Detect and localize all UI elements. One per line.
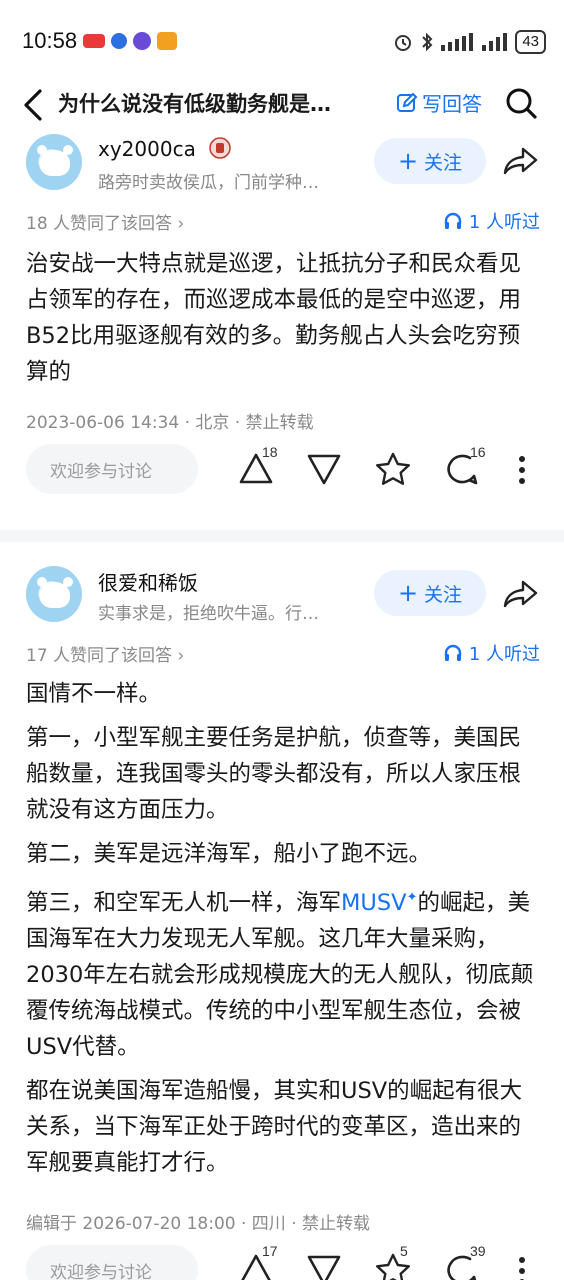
share-icon[interactable] [503, 146, 539, 176]
app-notification-icon [133, 32, 151, 50]
downvote-icon[interactable] [306, 452, 342, 486]
more-options-icon[interactable] [518, 1256, 526, 1280]
listen-count-text: 1 人听过 [468, 644, 540, 665]
badge-icon [209, 137, 231, 159]
answer-paragraph: 第二，美军是远洋海军，船小了跑不远。 [26, 841, 432, 867]
listen-count[interactable]: 1 人听过 [443, 208, 540, 234]
share-icon[interactable] [503, 579, 539, 609]
edit-icon [397, 92, 418, 112]
battery-indicator: 43 [515, 30, 546, 54]
search-icon[interactable] [504, 86, 538, 120]
follow-label: 关注 [424, 583, 463, 606]
plus-icon: + [397, 147, 419, 175]
author-name-text: xy2000ca [98, 137, 196, 161]
answer-paragraph: 都在说美国海军造船慢，其实和USV的崛起有很大关系，当下海军正处于跨时代的变革区… [26, 1078, 523, 1176]
author-bio: 路旁时卖故侯瓜，门前学种… [98, 173, 319, 193]
notification-icons [83, 32, 177, 50]
app-notification-icon [83, 34, 105, 48]
upvote-summary[interactable]: 18 人赞同了该回答 › [26, 209, 184, 234]
follow-button[interactable]: + 关注 [374, 138, 486, 184]
answer-content: 治安战一大特点就是巡逻，让抵抗分子和民众看见占领军的存在，而巡逻成本最低的是空中… [26, 246, 542, 398]
author-bio: 实事求是，拒绝吹牛逼。行… [98, 604, 319, 624]
answer-paragraph: 第三，和空军无人机一样，海军MUSV✦的崛起，美国海军在大力发现无人军舰。这几年… [26, 880, 542, 1065]
follow-label: 关注 [424, 151, 463, 174]
back-arrow-icon[interactable] [20, 88, 46, 122]
downvote-icon[interactable] [306, 1253, 342, 1280]
write-answer-label: 写回答 [422, 92, 482, 116]
answer-paragraph: 国情不一样。 [26, 681, 162, 707]
favorite-count: 5 [400, 1243, 408, 1259]
sparkle-icon: ✦ [406, 890, 418, 905]
comment-input[interactable]: 欢迎参与讨论 [26, 1245, 198, 1280]
comment-count: 16 [470, 444, 486, 460]
headphones-icon [444, 212, 462, 229]
avatar[interactable] [26, 566, 82, 622]
comment-count: 39 [470, 1243, 486, 1259]
avatar[interactable] [26, 134, 82, 190]
follow-button[interactable]: + 关注 [374, 570, 486, 616]
listen-count[interactable]: 1 人听过 [443, 640, 540, 666]
favorite-star-icon[interactable] [374, 451, 412, 487]
comment-input[interactable]: 欢迎参与讨论 [26, 444, 198, 494]
question-header: 为什么说没有低级勤务舰是… 写回答 [0, 84, 564, 124]
alarm-icon [395, 35, 412, 51]
status-indicators: 43 [393, 30, 546, 54]
signal-icon [441, 33, 474, 51]
answer-meta: 编辑于 2026-07-20 18:00 · 四川 · 禁止转载 [26, 1214, 371, 1234]
app-notification-icon [111, 33, 127, 49]
signal-icon [482, 33, 508, 51]
upvote-summary[interactable]: 17 人赞同了该回答 › [26, 641, 184, 666]
status-bar: 10:58 43 [0, 0, 564, 84]
status-time: 10:58 [22, 28, 78, 53]
author-name[interactable]: 很爱和稀饭 [98, 567, 198, 596]
answer-divider [0, 530, 564, 542]
listen-count-text: 1 人听过 [468, 212, 540, 233]
answer-content: 国情不一样。 第一，小型军舰主要任务是护航，侦查等，美国民船数量，连我国零头的零… [26, 676, 542, 1189]
author-name[interactable]: xy2000ca [98, 136, 232, 161]
plus-icon: + [397, 579, 419, 607]
bluetooth-icon [422, 32, 433, 52]
paragraph-text: 第三，和空军无人机一样，海军 [26, 890, 342, 916]
upvote-count: 17 [262, 1243, 278, 1259]
musv-link[interactable]: MUSV [341, 890, 407, 916]
app-notification-icon [157, 32, 177, 50]
headphones-icon [444, 644, 462, 661]
upvote-count: 18 [262, 444, 278, 460]
question-title[interactable]: 为什么说没有低级勤务舰是… [58, 88, 374, 118]
answer-paragraph: 治安战一大特点就是巡逻，让抵抗分子和民众看见占领军的存在，而巡逻成本最低的是空中… [26, 251, 522, 385]
answer-paragraph: 第一，小型军舰主要任务是护航，侦查等，美国民船数量，连我国零头的零头都没有，所以… [26, 725, 522, 823]
write-answer-button[interactable]: 写回答 [396, 88, 482, 117]
answer-meta: 2023-06-06 14:34 · 北京 · 禁止转载 [26, 413, 314, 433]
more-options-icon[interactable] [518, 455, 526, 485]
